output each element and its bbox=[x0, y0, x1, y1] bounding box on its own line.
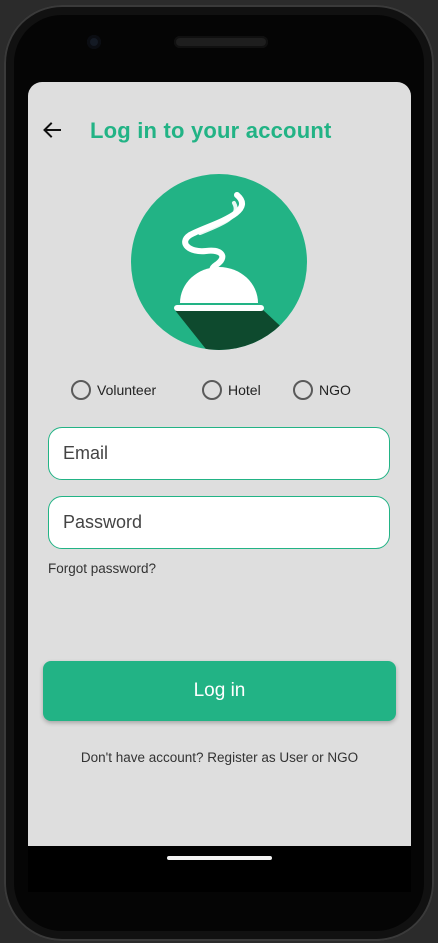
page-title: Log in to your account bbox=[90, 118, 332, 143]
radio-button[interactable] bbox=[202, 380, 222, 400]
radio-label-hotel: Hotel bbox=[228, 382, 261, 398]
login-button[interactable]: Log in bbox=[43, 661, 396, 721]
system-nav-bar bbox=[28, 846, 411, 892]
back-button[interactable] bbox=[40, 118, 64, 142]
radio-button[interactable] bbox=[293, 380, 313, 400]
radio-volunteer[interactable]: Volunteer bbox=[71, 379, 156, 401]
serving-cloche-steam-icon bbox=[131, 174, 307, 350]
forgot-password-link[interactable]: Forgot password? bbox=[48, 561, 156, 576]
role-radio-group: Volunteer Hotel NGO bbox=[71, 379, 411, 401]
radio-ngo[interactable]: NGO bbox=[293, 379, 351, 401]
front-camera bbox=[87, 35, 101, 49]
radio-hotel[interactable]: Hotel bbox=[202, 379, 261, 401]
radio-button[interactable] bbox=[71, 380, 91, 400]
password-field[interactable]: Password bbox=[48, 496, 390, 549]
home-indicator[interactable] bbox=[167, 856, 272, 860]
email-field[interactable]: Email bbox=[48, 427, 390, 480]
register-link[interactable]: Don't have account? Register as User or … bbox=[28, 750, 411, 765]
app-screen: Log in to your account Volunteer Hotel N… bbox=[28, 82, 411, 846]
radio-label-volunteer: Volunteer bbox=[97, 382, 157, 398]
earpiece-speaker bbox=[174, 36, 268, 48]
arrow-left-icon bbox=[43, 122, 61, 138]
radio-label-ngo: NGO bbox=[319, 382, 351, 398]
